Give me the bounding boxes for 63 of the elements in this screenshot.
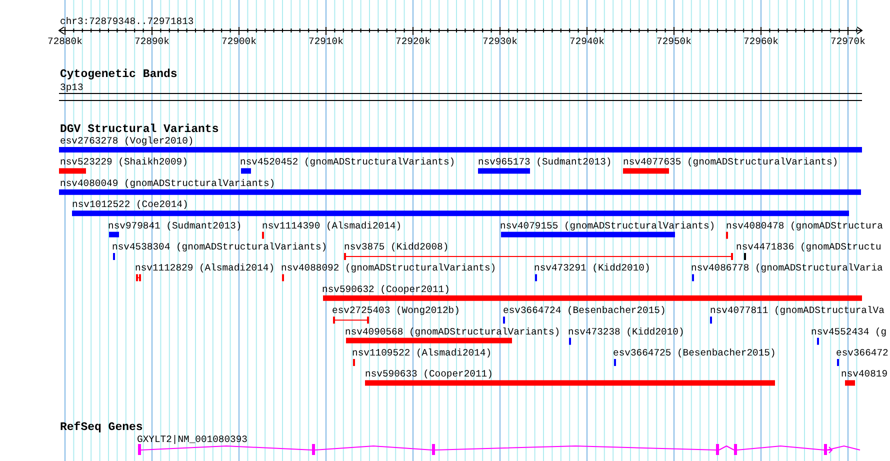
axis-label: 72940k xyxy=(570,36,604,47)
feature-span[interactable] xyxy=(136,274,142,282)
feature-label: nsv4080478 (gnomADStructura xyxy=(726,220,883,232)
track-title: RefSeq Genes xyxy=(60,421,143,434)
feature-bar[interactable] xyxy=(241,168,251,174)
axis-label: 72900k xyxy=(222,36,256,47)
feature-label: nsv4077635 (gnomADStructuralVariants) xyxy=(623,156,838,168)
axis-label: 72930k xyxy=(482,36,518,47)
feature-tick[interactable] xyxy=(692,274,694,282)
track-title: DGV Structural Variants xyxy=(60,123,219,136)
feature-label: nsv1112829 (Alsmadi2014) xyxy=(135,262,275,274)
gene-model-drawing[interactable] xyxy=(138,444,860,455)
feature-label: nsv3875 (Kidd2008) xyxy=(344,242,449,252)
axis-label: 72910k xyxy=(308,36,344,47)
feature-label: nsv4086778 (gnomADStructuralVaria xyxy=(691,262,883,274)
feature-bar[interactable] xyxy=(72,210,849,216)
feature-label: nsv4538304 (gnomADStructuralVariants) xyxy=(112,242,328,252)
feature-label: nsv473238 (Kidd2010) xyxy=(568,326,684,338)
feature-label: nsv4471836 (gnomADStructu xyxy=(736,242,882,252)
feature-label: esv366472 xyxy=(836,348,888,358)
axis-label: 72960k xyxy=(744,36,778,47)
feature-label: nsv1012522 (Coe2014) xyxy=(72,199,188,210)
feature-bar[interactable] xyxy=(59,189,861,195)
feature-label: nsv1109522 (Alsmadi2014) xyxy=(352,348,492,358)
cytoband-label: 3p13 xyxy=(60,82,84,93)
feature-label: nsv4090568 (gnomADStructuralVariants) xyxy=(345,326,560,338)
feature-label: esv2725403 (Wong2012b) xyxy=(332,305,460,316)
axis-label: 72890k xyxy=(134,36,170,47)
feature-tick[interactable] xyxy=(569,338,571,345)
feature-label: nsv590633 (Cooper2011) xyxy=(365,368,493,380)
feature-label: nsv4077811 (gnomADStructuralVa xyxy=(710,305,884,316)
feature-bar[interactable] xyxy=(323,295,862,301)
feature-span[interactable] xyxy=(344,253,734,260)
feature-bar[interactable] xyxy=(478,168,530,174)
feature-label: esv2763278 (Vogler2010) xyxy=(60,136,194,146)
feature-label: nsv1114390 (Alsmadi2014) xyxy=(262,220,402,232)
location-text: chr3:72879348..72971813 xyxy=(60,16,194,27)
feature-tick[interactable] xyxy=(710,316,712,324)
feature-tick[interactable] xyxy=(503,316,505,324)
axis-label: 72950k xyxy=(656,36,692,47)
feature-label: nsv40819 xyxy=(841,368,888,380)
feature-bar[interactable] xyxy=(109,232,119,238)
feature-label: nsv523229 (Shaikh2009) xyxy=(60,156,188,168)
feature-tick[interactable] xyxy=(535,274,537,282)
feature-label: nsv4080049 (gnomADStructuralVariants) xyxy=(60,178,276,189)
axis-label: 72970k xyxy=(830,36,866,47)
feature-label: nsv4520452 (gnomADStructuralVariants) xyxy=(240,156,456,168)
feature-label: esv3664724 (Besenbacher2015) xyxy=(503,305,666,316)
feature-label: nsv4552434 (g xyxy=(811,326,887,338)
feature-label: nsv965173 (Sudmant2013) xyxy=(478,156,612,168)
feature-label: nsv4079155 (gnomADStructuralVariants) xyxy=(500,220,716,232)
feature-tick[interactable] xyxy=(817,338,819,345)
feature-label: nsv590632 (Cooper2011) xyxy=(322,284,450,295)
axis-label: 72920k xyxy=(396,36,430,47)
feature-bar[interactable] xyxy=(501,232,675,238)
feature-label: nsv979841 (Sudmant2013) xyxy=(108,220,242,232)
feature-label: nsv473291 (Kidd2010) xyxy=(534,262,650,274)
track-title: Cytogenetic Bands xyxy=(60,68,178,81)
feature-label: nsv4088092 (gnomADStructuralVariants) xyxy=(281,262,496,274)
feature-label: esv3664725 (Besenbacher2015) xyxy=(613,348,776,358)
axis-label: 72880k xyxy=(48,36,82,47)
gene-label: GXYLT2|NM_001080393 xyxy=(137,434,248,445)
feature-span[interactable] xyxy=(332,316,370,324)
